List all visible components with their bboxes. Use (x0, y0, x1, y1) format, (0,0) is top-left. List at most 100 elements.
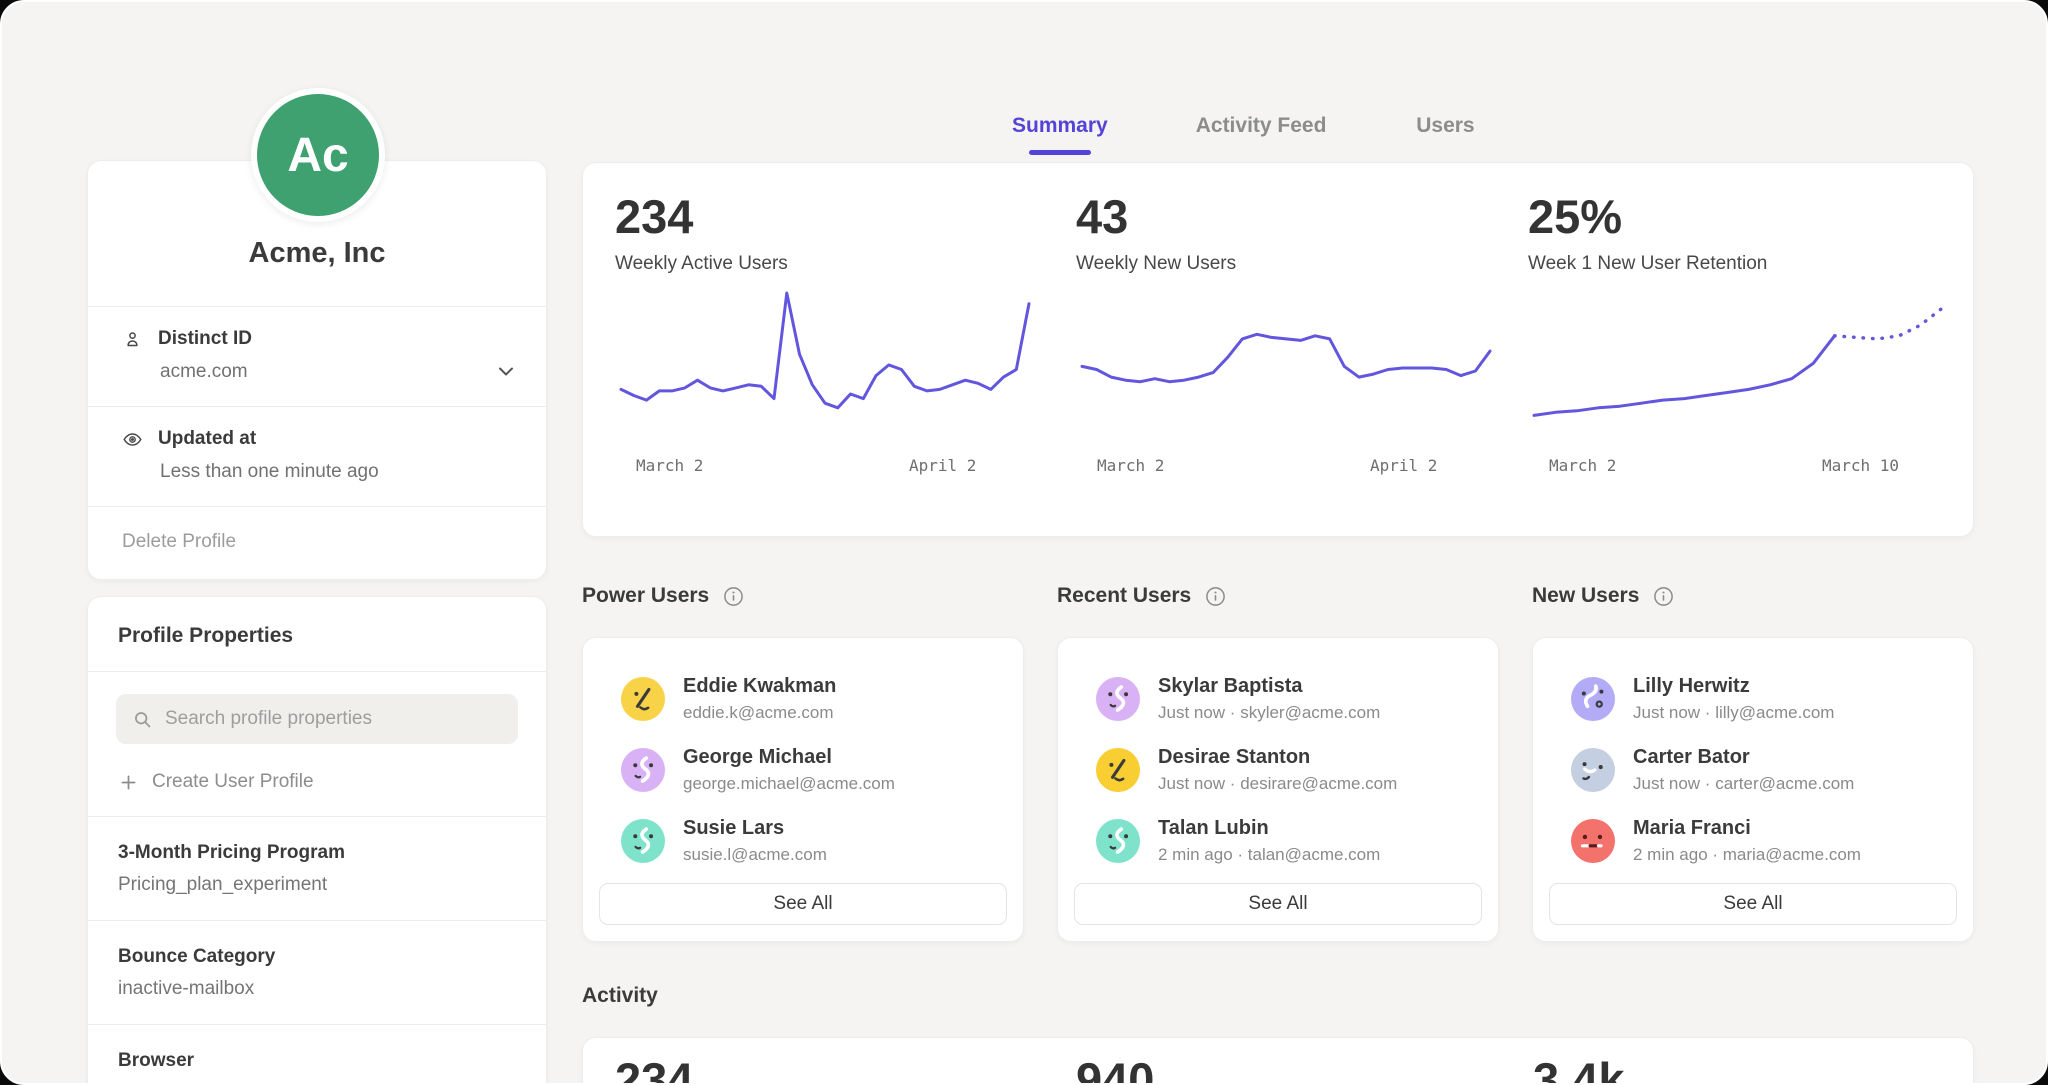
list-item[interactable]: Eddie Kwakman eddie.k@acme.com (621, 675, 985, 723)
info-icon[interactable] (1653, 586, 1674, 607)
user-name: Susie Lars (683, 817, 827, 840)
stat-label: Weekly New Users (1076, 253, 1496, 275)
updated-at-row: Updated at Less than one minute ago (88, 406, 546, 506)
user-name: Talan Lubin (1158, 817, 1380, 840)
active-tab-underline (1029, 150, 1091, 155)
user-avatar (621, 748, 665, 792)
x-tick: March 2 (1097, 456, 1164, 475)
activity-card: 234 940 3.4k (582, 1037, 1974, 1085)
stat-value: 43 (1076, 189, 1496, 244)
recent-users-card: Skylar Baptista Just now · skyler@acme.c… (1057, 637, 1499, 942)
stat-label: Weekly Active Users (615, 253, 1035, 275)
distinct-id-row: Distinct ID acme.com (88, 306, 546, 406)
user-subtitle: Just now · carter@acme.com (1633, 774, 1854, 794)
summary-stats-card: 234 Weekly Active Users March 2 April 2 … (582, 162, 1974, 537)
x-tick: March 2 (636, 456, 703, 475)
user-avatar (1096, 677, 1140, 721)
activity-heading: Activity (582, 984, 658, 1008)
create-user-profile-label: Create User Profile (152, 771, 314, 793)
user-subtitle: 2 min ago · maria@acme.com (1633, 845, 1861, 865)
company-avatar-initials: Ac (287, 128, 348, 183)
stat-value: 234 (615, 189, 1035, 244)
chevron-down-icon[interactable] (494, 359, 518, 383)
user-name: Lilly Herwitz (1633, 675, 1834, 698)
info-icon[interactable] (723, 586, 744, 607)
list-item[interactable]: Maria Franci 2 min ago · maria@acme.com (1571, 817, 1935, 865)
see-all-button[interactable]: See All (1074, 883, 1482, 925)
property-row[interactable]: Bounce Category inactive-mailbox (88, 921, 546, 1025)
stat-label: Week 1 New User Retention (1528, 253, 1948, 275)
weekly-active-users-panel: 234 Weekly Active Users March 2 April 2 (615, 163, 1035, 480)
user-avatar (1571, 748, 1615, 792)
user-name: Carter Bator (1633, 746, 1854, 769)
create-user-profile-button[interactable]: Create User Profile (88, 750, 546, 817)
profile-properties-card: Profile Properties Create User Profile 3… (87, 596, 547, 1085)
distinct-id-value: acme.com (160, 361, 512, 383)
property-value: inactive-mailbox (118, 978, 516, 1000)
user-subtitle: Just now · skyler@acme.com (1158, 703, 1380, 723)
x-axis: March 2 March 10 (1528, 456, 1948, 480)
property-value: Pricing_plan_experiment (118, 874, 516, 896)
company-avatar: Ac (251, 88, 385, 222)
property-name: 3-Month Pricing Program (118, 842, 516, 864)
list-item[interactable]: Skylar Baptista Just now · skyler@acme.c… (1096, 675, 1460, 723)
tab-activity-feed[interactable]: Activity Feed (1196, 114, 1327, 155)
user-name: Skylar Baptista (1158, 675, 1380, 698)
list-item[interactable]: Desirae Stanton Just now · desirare@acme… (1096, 746, 1460, 794)
property-name: Browser (118, 1050, 516, 1072)
user-subtitle: george.michael@acme.com (683, 774, 895, 794)
user-subtitle: eddie.k@acme.com (683, 703, 836, 723)
distinct-id-label: Distinct ID (158, 328, 252, 350)
x-tick: March 2 (1549, 456, 1616, 475)
tab-summary[interactable]: Summary (1012, 114, 1108, 155)
info-icon[interactable] (1205, 586, 1226, 607)
plus-icon (118, 772, 139, 793)
weekly-new-users-chart (1076, 287, 1496, 452)
new-users-heading: New Users (1532, 584, 1674, 608)
list-item[interactable]: Susie Lars susie.l@acme.com (621, 817, 985, 865)
main-tabs: Summary Activity Feed Users (1012, 114, 1476, 155)
property-name: Bounce Category (118, 946, 516, 968)
person-icon (122, 329, 143, 350)
list-item[interactable]: Carter Bator Just now · carter@acme.com (1571, 746, 1935, 794)
user-avatar (621, 819, 665, 863)
user-avatar (1096, 748, 1140, 792)
see-all-button[interactable]: See All (599, 883, 1007, 925)
activity-stat: 3.4k (1533, 1052, 1624, 1085)
weekly-active-users-chart (615, 287, 1035, 452)
list-item[interactable]: Talan Lubin 2 min ago · talan@acme.com (1096, 817, 1460, 865)
search-input[interactable] (165, 708, 502, 730)
new-users-card: Lilly Herwitz Just now · lilly@acme.com … (1532, 637, 1974, 942)
user-name: Maria Franci (1633, 817, 1861, 840)
profile-properties-title: Profile Properties (88, 597, 546, 672)
weekly-new-users-panel: 43 Weekly New Users March 2 April 2 (1076, 163, 1496, 480)
user-name: Desirae Stanton (1158, 746, 1397, 769)
user-name: George Michael (683, 746, 895, 769)
recent-users-heading: Recent Users (1057, 584, 1226, 608)
list-item[interactable]: George Michael george.michael@acme.com (621, 746, 985, 794)
user-subtitle: Just now · lilly@acme.com (1633, 703, 1834, 723)
search-icon (132, 709, 153, 730)
property-row[interactable]: 3-Month Pricing Program Pricing_plan_exp… (88, 817, 546, 921)
retention-panel: 25% Week 1 New User Retention March 2 Ma… (1528, 163, 1948, 480)
activity-stat: 940 (1076, 1052, 1154, 1085)
see-all-button[interactable]: See All (1549, 883, 1957, 925)
retention-chart (1528, 287, 1948, 452)
updated-at-label: Updated at (158, 428, 256, 450)
x-tick: April 2 (909, 456, 976, 475)
user-avatar (1096, 819, 1140, 863)
user-subtitle: susie.l@acme.com (683, 845, 827, 865)
tab-users[interactable]: Users (1414, 114, 1476, 155)
delete-profile-button[interactable]: Delete Profile (88, 506, 546, 579)
user-subtitle: 2 min ago · talan@acme.com (1158, 845, 1380, 865)
property-row[interactable]: Browser Chrome (88, 1025, 546, 1085)
user-name: Eddie Kwakman (683, 675, 836, 698)
profile-properties-search[interactable] (116, 694, 518, 744)
power-users-heading: Power Users (582, 584, 744, 608)
list-item[interactable]: Lilly Herwitz Just now · lilly@acme.com (1571, 675, 1935, 723)
user-avatar (621, 677, 665, 721)
user-avatar (1571, 677, 1615, 721)
power-users-card: Eddie Kwakman eddie.k@acme.com George Mi… (582, 637, 1024, 942)
x-tick: April 2 (1370, 456, 1437, 475)
updated-at-value: Less than one minute ago (160, 461, 512, 483)
